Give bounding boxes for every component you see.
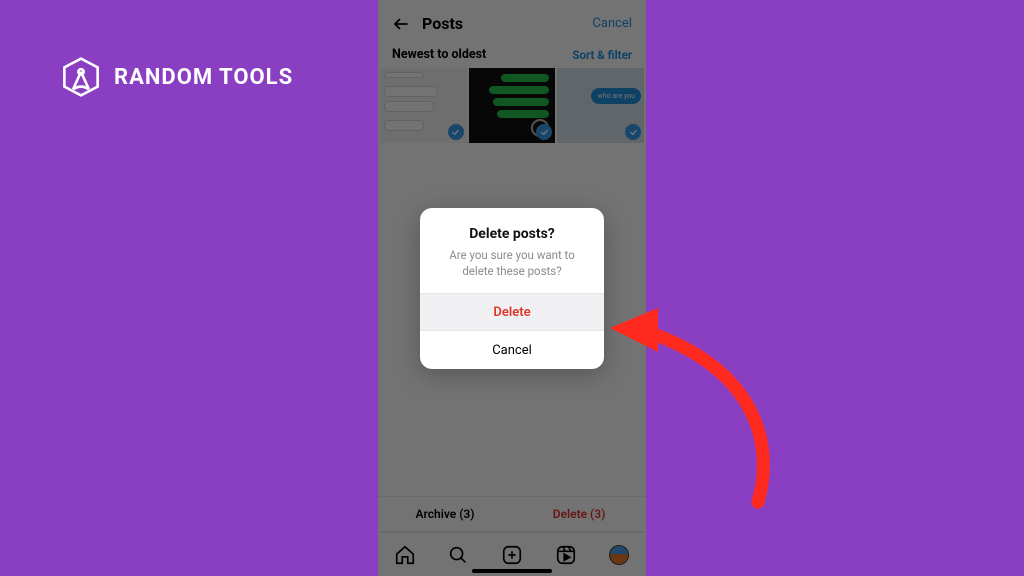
- delete-confirm-dialog: Delete posts? Are you sure you want to d…: [420, 208, 604, 369]
- dialog-cancel-button[interactable]: Cancel: [420, 331, 604, 369]
- brand-hex-icon: [60, 56, 102, 98]
- brand-text: RANDOM TOOLS: [114, 65, 293, 90]
- dialog-title: Delete posts?: [432, 226, 592, 242]
- dialog-message: Are you sure you want to delete these po…: [432, 248, 592, 279]
- dialog-delete-button[interactable]: Delete: [420, 293, 604, 331]
- phone-frame: Posts Cancel Newest to oldest Sort & fil…: [378, 0, 646, 576]
- brand-watermark: RANDOM TOOLS: [60, 56, 293, 98]
